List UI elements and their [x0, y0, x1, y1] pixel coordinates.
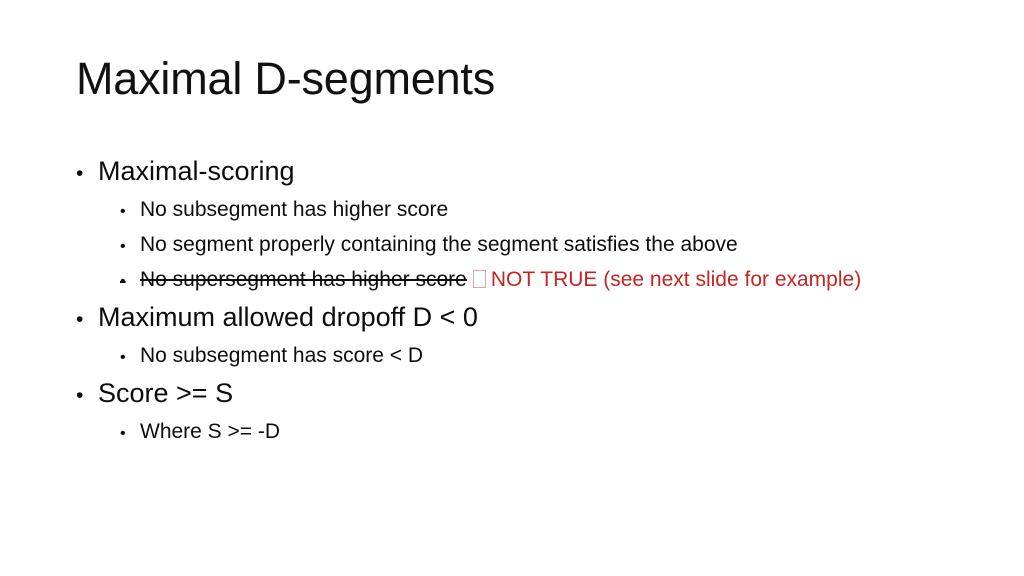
bullet-marker-icon: •	[76, 308, 84, 331]
bullet-item-level1: • Maximal-scoring	[76, 152, 996, 193]
bullet-item-level2: • No subsegment has score < D	[76, 339, 996, 374]
bullet-marker-icon: •	[120, 203, 126, 220]
slide-body-list: • Maximal-scoring • No subsegment has hi…	[76, 152, 996, 450]
missing-glyph-box-icon	[472, 270, 486, 288]
bullet-label: No subsegment has higher score	[140, 198, 449, 221]
bullet-marker-icon: •	[120, 273, 126, 290]
bullet-marker-icon: •	[76, 384, 84, 407]
struck-text-group: • No supersegment has higher score	[120, 263, 467, 298]
bullet-label: Maximal-scoring	[98, 156, 295, 186]
bullet-item-level1: • Maximum allowed dropoff D < 0	[76, 298, 996, 339]
bullet-label: No segment properly containing the segme…	[140, 233, 738, 256]
bullet-label-strikethrough: No supersegment has higher score	[140, 268, 467, 291]
bullet-item-level2: • No segment properly containing the seg…	[76, 228, 996, 263]
bullet-label: Maximum allowed dropoff D < 0	[98, 302, 478, 332]
bullet-item-level2: • No subsegment has higher score	[76, 193, 996, 228]
bullet-item-level1: • Score >= S	[76, 374, 996, 415]
bullet-marker-icon: •	[120, 425, 126, 442]
bullet-label: Where S >= -D	[140, 420, 281, 443]
bullet-marker-icon: •	[120, 238, 126, 255]
annotation-not-true: NOT TRUE (see next slide for example)	[490, 268, 862, 291]
slide-title: Maximal D-segments	[76, 53, 496, 104]
bullet-item-level2-struck: • No supersegment has higher score NOT T…	[76, 263, 996, 298]
bullet-label: No subsegment has score < D	[140, 344, 424, 367]
bullet-item-level2: • Where S >= -D	[76, 415, 996, 450]
bullet-marker-icon: •	[76, 162, 84, 185]
bullet-marker-icon: •	[120, 349, 126, 366]
bullet-label: Score >= S	[98, 378, 234, 408]
slide-canvas: Maximal D-segments • Maximal-scoring • N…	[0, 0, 1024, 576]
